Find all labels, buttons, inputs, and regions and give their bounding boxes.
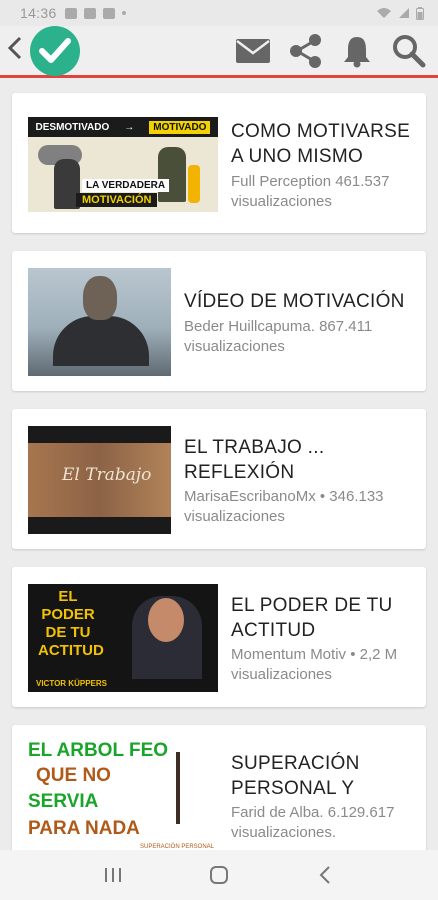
- video-meta: Farid de Alba. 6.129.617 visualizaciones…: [231, 804, 395, 841]
- speaker-face-illustration: [148, 598, 184, 642]
- video-thumbnail[interactable]: EL ARBOL FEO QUE NO SERVIA PARA NADA SUP…: [28, 740, 218, 850]
- search-button[interactable]: [390, 32, 428, 70]
- thumbnail-text: VICTOR KÜPPERS: [36, 679, 107, 688]
- status-time: 14:36: [20, 5, 57, 21]
- video-thumbnail[interactable]: [28, 268, 171, 376]
- thumbnail-text: MOTIVADO: [149, 120, 211, 134]
- share-button[interactable]: [286, 32, 324, 70]
- thumbnail-text: El Trabajo: [62, 465, 152, 485]
- thumbnail-text: PODER: [41, 606, 95, 623]
- back-nav-button[interactable]: [305, 855, 345, 895]
- thumbnail-text: DE TU: [45, 624, 91, 641]
- thumbnail-text: EL ARBOL FEO: [28, 740, 169, 761]
- video-thumbnail[interactable]: El Trabajo: [28, 426, 171, 534]
- check-circle-icon: [39, 37, 71, 63]
- person-illustration: [158, 147, 186, 202]
- status-right: [376, 6, 424, 20]
- bell-icon: [344, 36, 370, 67]
- notification-icon: [64, 7, 77, 19]
- video-meta: Momentum Motiv • 2,2 M visualizaciones: [231, 646, 398, 683]
- video-title[interactable]: EL TRABAJO ... REFLEXIÓN: [184, 435, 412, 485]
- search-icon: [393, 34, 426, 67]
- video-card[interactable]: DESMOTIVADO → MOTIVADO LA VERDADERA MOTI…: [12, 93, 426, 233]
- back-icon: [319, 866, 330, 884]
- video-thumbnail[interactable]: DESMOTIVADO → MOTIVADO LA VERDADERA MOTI…: [28, 117, 218, 212]
- video-thumbnail[interactable]: EL PODER DE TU ACTITUD VICTOR KÜPPERS: [28, 584, 218, 692]
- mail-button[interactable]: [234, 32, 272, 70]
- status-notification-icons: [64, 7, 126, 19]
- battery-icon: [416, 6, 424, 20]
- more-notifications-icon: [121, 11, 126, 15]
- warrior-illustration: [53, 316, 149, 366]
- app-bar-actions: [234, 32, 428, 70]
- video-card[interactable]: EL PODER DE TU ACTITUD VICTOR KÜPPERS EL…: [12, 567, 426, 707]
- video-title[interactable]: COMO MOTIVARSE A UNO MISMO: [231, 119, 412, 169]
- thumbnail-image: El Trabajo: [28, 443, 171, 517]
- video-card[interactable]: EL ARBOL FEO QUE NO SERVIA PARA NADA SUP…: [12, 725, 426, 850]
- thumbnail-text: MOTIVACIÓN: [76, 193, 158, 207]
- thumbnail-text: LA VERDADERA: [82, 179, 170, 192]
- recents-button[interactable]: [93, 855, 133, 895]
- share-icon: [290, 33, 321, 68]
- status-bar: 14:36: [0, 0, 438, 26]
- video-list: DESMOTIVADO → MOTIVADO LA VERDADERA MOTI…: [0, 78, 438, 850]
- video-card[interactable]: El Trabajo EL TRABAJO ... REFLEXIÓN Mari…: [12, 409, 426, 549]
- thumbnail-title: EL PODER DE TU ACTITUD: [38, 588, 104, 660]
- video-title[interactable]: VÍDEO DE MOTIVACIÓN: [184, 289, 412, 314]
- mail-icon: [236, 38, 270, 63]
- video-title[interactable]: EL PODER DE TU ACTITUD: [231, 593, 412, 643]
- thumbnail-text: ACTITUD: [38, 642, 104, 659]
- app-bar: [0, 25, 438, 78]
- video-card[interactable]: VÍDEO DE MOTIVACIÓN Beder Huillcapuma. 8…: [12, 251, 426, 391]
- settings-notification-icon: [102, 7, 115, 19]
- video-meta: Beder Huillcapuma. 867.411 visualizacion…: [184, 318, 373, 355]
- system-nav-bar: [0, 850, 438, 900]
- tree-illustration: [176, 752, 180, 824]
- notifications-button[interactable]: [338, 32, 376, 70]
- back-button[interactable]: [6, 35, 30, 66]
- thumbnail-text: PARA NADA: [28, 818, 140, 839]
- thumbnail-text: EL: [58, 588, 78, 605]
- rocket-illustration: [188, 165, 200, 203]
- video-title[interactable]: SUPERACIÓN PERSONAL Y: [231, 751, 412, 801]
- thumbnail-arrow: →: [124, 121, 135, 133]
- home-button[interactable]: [199, 855, 239, 895]
- thumbnail-text: QUE NO: [36, 765, 111, 786]
- wifi-icon: [377, 8, 391, 18]
- chevron-left-icon: [7, 36, 22, 60]
- home-icon: [210, 866, 228, 884]
- mail-notification-icon: [83, 7, 96, 19]
- warrior-head-illustration: [83, 276, 117, 320]
- thumbnail-banner: DESMOTIVADO → MOTIVADO: [28, 117, 218, 137]
- app-logo[interactable]: [30, 25, 80, 76]
- video-meta: MarisaEscribanoMx • 346.133 visualizacio…: [184, 488, 384, 525]
- thumbnail-text: DESMOTIVADO: [35, 121, 110, 133]
- thumbnail-text: SERVIA: [28, 791, 99, 812]
- recents-icon: [105, 868, 121, 882]
- video-meta: Full Perception 461.537 visualizaciones: [231, 173, 390, 210]
- signal-icon: [399, 8, 409, 18]
